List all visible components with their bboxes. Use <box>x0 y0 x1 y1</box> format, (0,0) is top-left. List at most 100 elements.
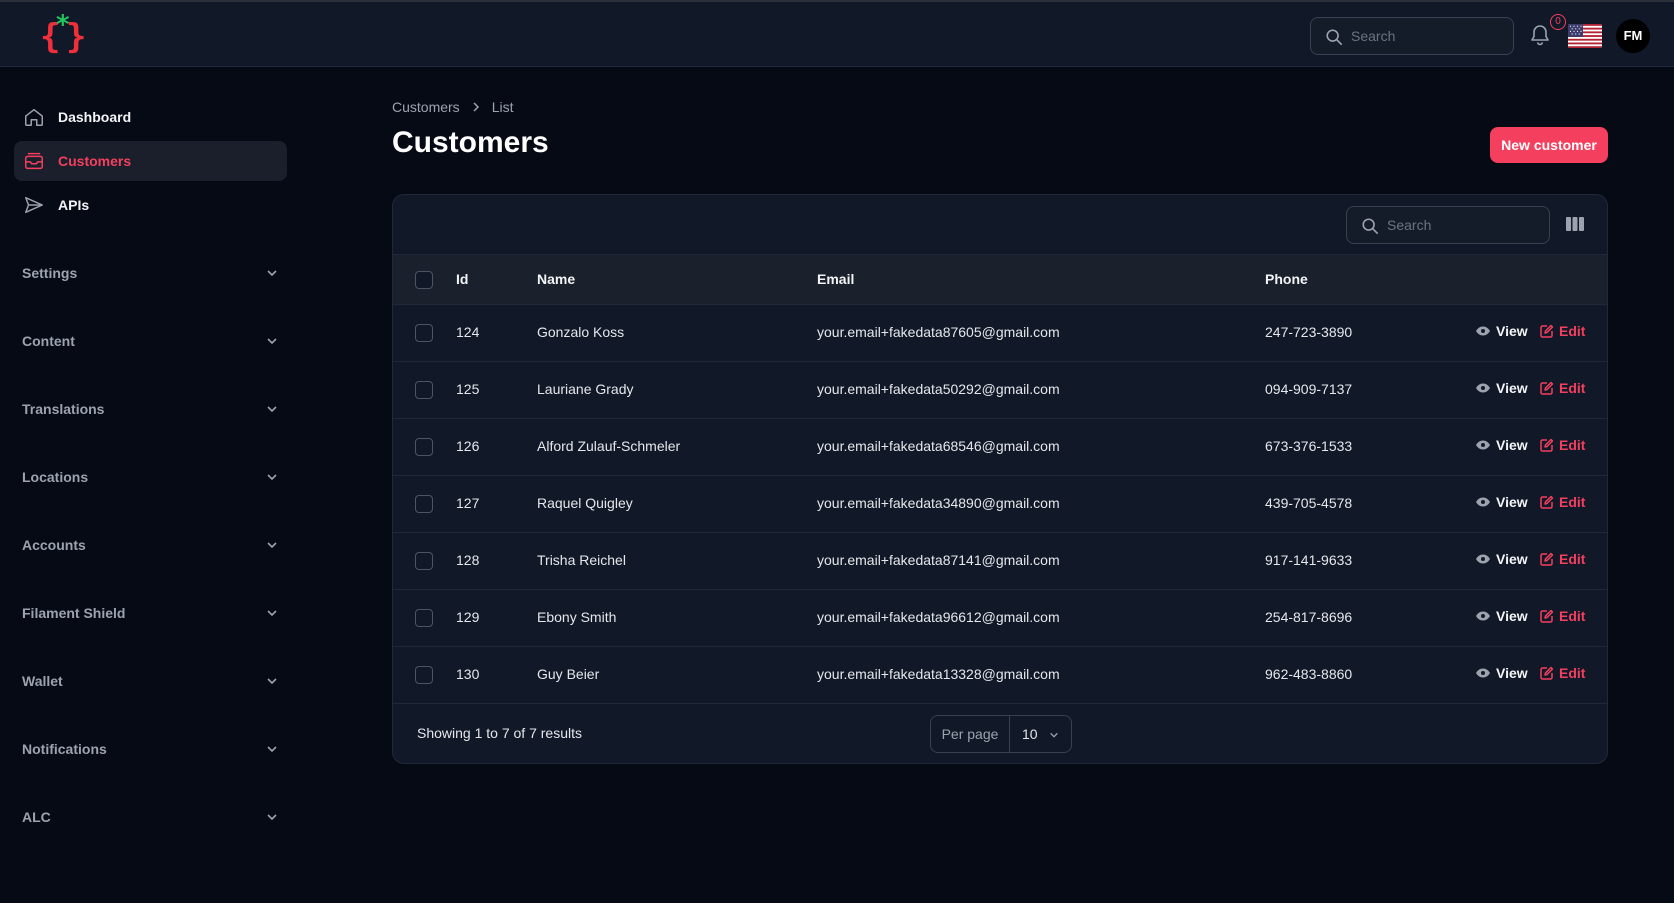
sidebar-group-translations[interactable]: Translations <box>22 397 278 421</box>
view-button[interactable]: View <box>1475 608 1528 624</box>
column-header-id[interactable]: Id <box>456 271 468 287</box>
table-search-input[interactable] <box>1387 207 1545 243</box>
edit-button[interactable]: Edit <box>1540 494 1585 510</box>
eye-icon <box>1475 667 1491 679</box>
eye-icon <box>1475 553 1491 565</box>
edit-button[interactable]: Edit <box>1540 551 1585 567</box>
chevron-down-icon <box>1049 730 1059 740</box>
cell-id: 126 <box>456 438 480 454</box>
select-all-checkbox[interactable] <box>415 271 433 289</box>
edit-button[interactable]: Edit <box>1540 665 1585 681</box>
eye-icon <box>1475 496 1491 508</box>
column-header-email[interactable]: Email <box>817 271 854 287</box>
home-icon <box>23 106 45 128</box>
customers-table-card: Id Name Email Phone 124 Gonzalo Koss you… <box>392 194 1608 764</box>
view-button[interactable]: View <box>1475 380 1528 396</box>
pencil-square-icon <box>1540 381 1554 395</box>
column-header-phone[interactable]: Phone <box>1265 271 1308 287</box>
pencil-square-icon <box>1540 438 1554 452</box>
cell-id: 130 <box>456 666 480 682</box>
sidebar-item-dashboard[interactable]: Dashboard <box>14 97 287 137</box>
per-page-value[interactable]: 10 <box>1010 716 1071 752</box>
pencil-square-icon <box>1540 609 1554 623</box>
chevron-down-icon <box>266 607 278 619</box>
cell-email: your.email+fakedata50292@gmail.com <box>817 381 1060 397</box>
global-search[interactable] <box>1310 17 1514 55</box>
table-row: 129 Ebony Smith your.email+fakedata96612… <box>393 590 1607 647</box>
app-logo[interactable]: { * } <box>40 10 88 56</box>
table-search[interactable] <box>1346 206 1550 244</box>
cell-name: Guy Beier <box>537 666 600 682</box>
page-title: Customers <box>392 126 549 159</box>
view-button[interactable]: View <box>1475 437 1528 453</box>
chevron-right-icon <box>472 101 480 113</box>
table-footer: Showing 1 to 7 of 7 results Per page 10 <box>393 704 1607 763</box>
view-button[interactable]: View <box>1475 665 1528 681</box>
view-button[interactable]: View <box>1475 551 1528 567</box>
breadcrumb: Customers List <box>392 99 513 115</box>
sidebar-group-filament-shield[interactable]: Filament Shield <box>22 601 278 625</box>
eye-icon <box>1475 610 1491 622</box>
breadcrumb-parent[interactable]: Customers <box>392 99 460 115</box>
sidebar-group-content[interactable]: Content <box>22 329 278 353</box>
row-checkbox[interactable] <box>415 552 433 570</box>
row-checkbox[interactable] <box>415 324 433 342</box>
cell-name: Raquel Quigley <box>537 495 633 511</box>
sidebar-item-customers[interactable]: Customers <box>14 141 287 181</box>
sidebar-group-accounts[interactable]: Accounts <box>22 533 278 557</box>
breadcrumb-current: List <box>491 99 514 115</box>
cell-name: Alford Zulauf-Schmeler <box>537 438 681 454</box>
cell-id: 127 <box>456 495 480 511</box>
sidebar-group-settings[interactable]: Settings <box>22 261 278 285</box>
global-search-input[interactable] <box>1351 18 1509 54</box>
chevron-down-icon <box>266 403 278 415</box>
chevron-down-icon <box>266 675 278 687</box>
view-button[interactable]: View <box>1475 323 1528 339</box>
per-page-select[interactable]: Per page 10 <box>930 715 1072 753</box>
chevron-down-icon <box>266 267 278 279</box>
chevron-down-icon <box>266 811 278 823</box>
table-row: 127 Raquel Quigley your.email+fakedata34… <box>393 476 1607 533</box>
column-header-name[interactable]: Name <box>537 271 575 287</box>
per-page-label: Per page <box>931 716 1010 752</box>
chevron-down-icon <box>266 539 278 551</box>
cell-name: Ebony Smith <box>537 609 617 625</box>
new-customer-button[interactable]: New customer <box>1490 127 1608 163</box>
paper-plane-icon <box>23 194 45 216</box>
sidebar-group-notifications[interactable]: Notifications <box>22 737 278 761</box>
columns-toggle-icon[interactable] <box>1565 216 1585 232</box>
row-checkbox[interactable] <box>415 609 433 627</box>
pencil-square-icon <box>1540 324 1554 338</box>
sidebar-group-locations[interactable]: Locations <box>22 465 278 489</box>
cell-name: Lauriane Grady <box>537 381 634 397</box>
row-checkbox[interactable] <box>415 666 433 684</box>
chevron-down-icon <box>266 743 278 755</box>
us-flag-icon[interactable] <box>1568 24 1602 48</box>
cell-phone: 254-817-8696 <box>1265 609 1353 625</box>
table-row: 125 Lauriane Grady your.email+fakedata50… <box>393 362 1607 419</box>
row-checkbox[interactable] <box>415 495 433 513</box>
search-icon <box>1325 28 1343 46</box>
top-bar: { * } 0 FM <box>0 0 1674 67</box>
edit-button[interactable]: Edit <box>1540 323 1585 339</box>
cell-phone: 673-376-1533 <box>1265 438 1353 454</box>
sidebar-item-apis[interactable]: APIs <box>14 185 287 225</box>
table-toolbar <box>393 195 1607 255</box>
sidebar-group-alc[interactable]: ALC <box>22 805 278 829</box>
edit-button[interactable]: Edit <box>1540 380 1585 396</box>
cell-id: 125 <box>456 381 480 397</box>
bell-icon[interactable] <box>1530 24 1550 46</box>
cell-email: your.email+fakedata34890@gmail.com <box>817 495 1060 511</box>
cell-phone: 247-723-3890 <box>1265 324 1353 340</box>
cell-phone: 962-483-8860 <box>1265 666 1353 682</box>
edit-button[interactable]: Edit <box>1540 437 1585 453</box>
cell-phone: 439-705-4578 <box>1265 495 1353 511</box>
view-button[interactable]: View <box>1475 494 1528 510</box>
edit-button[interactable]: Edit <box>1540 608 1585 624</box>
pencil-square-icon <box>1540 552 1554 566</box>
row-checkbox[interactable] <box>415 438 433 456</box>
cell-email: your.email+fakedata68546@gmail.com <box>817 438 1060 454</box>
row-checkbox[interactable] <box>415 381 433 399</box>
user-avatar[interactable]: FM <box>1616 19 1650 53</box>
sidebar-group-wallet[interactable]: Wallet <box>22 669 278 693</box>
